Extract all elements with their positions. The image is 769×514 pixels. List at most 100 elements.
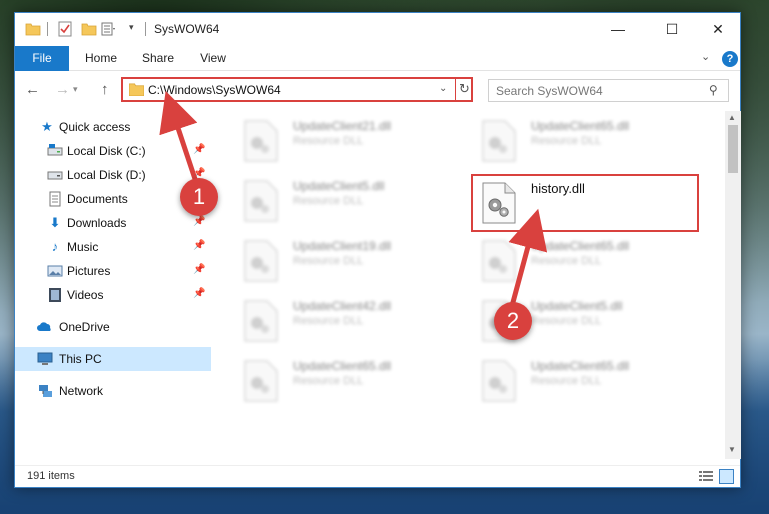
sidebar-item-label: Network	[59, 384, 104, 398]
pin-icon[interactable]: 📌	[193, 216, 205, 227]
file-list: UpdateClient21.dll Resource DLL UpdateCl…	[223, 111, 725, 459]
file-item[interactable]: UpdateClient65.dll Resource DLL	[471, 355, 701, 405]
scroll-up-icon[interactable]: ▲	[728, 113, 736, 122]
pin-icon[interactable]: 📌	[193, 264, 205, 275]
tab-home[interactable]: Home	[73, 46, 129, 71]
sidebar-item-downloads[interactable]: ⬇ Downloads 📌	[15, 211, 211, 235]
minimize-button[interactable]: —	[595, 13, 641, 45]
vertical-scrollbar[interactable]: ▲ ▼	[725, 111, 741, 459]
scrollbar-thumb[interactable]	[728, 125, 738, 173]
drive-icon	[47, 171, 63, 180]
file-type: Resource DLL	[531, 375, 602, 387]
folder-icon[interactable]	[25, 21, 41, 37]
maximize-button[interactable]: ☐	[649, 13, 695, 45]
search-input[interactable]: Search SysWOW64 ⚲	[488, 79, 729, 102]
large-icons-view-icon[interactable]	[719, 469, 734, 484]
file-item[interactable]: UpdateClient65.dll Resource DLL	[471, 115, 701, 165]
file-name: UpdateClient65.dll	[531, 359, 630, 373]
sidebar-item-onedrive[interactable]: OneDrive	[15, 315, 211, 339]
pictures-icon	[47, 265, 63, 277]
documents-icon	[49, 191, 61, 207]
file-item[interactable]: UpdateClient21.dll Resource DLL	[233, 115, 463, 165]
sidebar-item-videos[interactable]: Videos 📌	[15, 283, 211, 307]
file-type: Resource DLL	[531, 315, 602, 327]
sidebar-item-network[interactable]: Network	[15, 379, 211, 403]
sidebar-item-this-pc[interactable]: This PC	[15, 347, 211, 371]
details-view-icon[interactable]	[699, 470, 713, 483]
navigation-bar: ← → ▾ ↑ C:\Windows\SysWOW64 ⌄ ↻ Search S…	[15, 75, 740, 105]
expand-ribbon-chevron-icon[interactable]: ⌄	[701, 50, 710, 63]
dll-file-icon	[244, 240, 278, 282]
sidebar-item-local-disk-d[interactable]: Local Disk (D:) 📌	[15, 163, 211, 187]
file-type: Resource DLL	[293, 315, 364, 327]
file-item[interactable]: UpdateClient5.dll Resource DLL	[233, 175, 463, 225]
sidebar-item-label: Quick access	[59, 120, 131, 134]
forward-arrow-icon[interactable]: →	[55, 81, 70, 98]
sidebar-item-label: Local Disk (D:)	[67, 168, 146, 182]
dll-file-icon	[482, 360, 516, 402]
file-item[interactable]: UpdateClient65.dll Resource DLL	[471, 235, 701, 285]
file-name: UpdateClient65.dll	[531, 119, 630, 133]
file-item[interactable]: UpdateClient65.dll Resource DLL	[233, 355, 463, 405]
navigation-pane: ★ Quick access Local Disk (C:) 📌 Local D…	[15, 111, 211, 459]
sidebar-item-music[interactable]: ♪ Music 📌	[15, 235, 211, 259]
file-type: Resource DLL	[531, 135, 602, 147]
file-name: UpdateClient65.dll	[293, 359, 392, 373]
pin-icon[interactable]: 📌	[193, 240, 205, 251]
back-arrow-icon[interactable]: ←	[25, 81, 40, 98]
file-item[interactable]: UpdateClient19.dll Resource DLL	[233, 235, 463, 285]
file-item[interactable]: UpdateClient42.dll Resource DLL	[233, 295, 463, 345]
sidebar-item-label: This PC	[59, 352, 102, 366]
address-path: C:\Windows\SysWOW64	[148, 83, 281, 97]
sidebar-item-quick-access[interactable]: ★ Quick access	[15, 115, 211, 139]
file-name: UpdateClient19.dll	[293, 239, 392, 253]
sidebar-item-local-disk-c[interactable]: Local Disk (C:) 📌	[15, 139, 211, 163]
window-title: SysWOW64	[154, 22, 220, 36]
cloud-icon	[37, 322, 51, 331]
dll-file-icon	[244, 360, 278, 402]
address-dropdown-icon[interactable]: ⌄	[439, 83, 447, 94]
network-icon	[39, 385, 52, 397]
sidebar-item-label: Local Disk (C:)	[67, 144, 146, 158]
pin-icon[interactable]: 📌	[193, 288, 205, 299]
file-name: UpdateClient42.dll	[293, 299, 392, 313]
refresh-icon[interactable]: ↻	[459, 81, 470, 97]
status-bar: 191 items	[15, 465, 740, 487]
recent-locations-dropdown-icon[interactable]: ▾	[73, 84, 78, 95]
file-name: UpdateClient5.dll	[531, 299, 623, 313]
tab-view[interactable]: View	[189, 46, 237, 71]
toolbar-separator	[47, 22, 48, 36]
help-icon[interactable]: ?	[722, 51, 738, 67]
dll-file-icon	[482, 240, 516, 282]
sidebar-item-label: Pictures	[67, 264, 111, 278]
properties-check-icon[interactable]	[57, 21, 73, 37]
tab-file[interactable]: File	[15, 46, 69, 71]
sidebar-item-label: Documents	[67, 192, 128, 206]
computer-icon	[37, 352, 53, 365]
title-bar: ▾ SysWOW64 — ☐ ✕	[15, 13, 740, 45]
address-divider	[455, 79, 456, 100]
sidebar-item-pictures[interactable]: Pictures 📌	[15, 259, 211, 283]
sidebar-item-label: Videos	[67, 288, 104, 302]
dll-file-icon	[244, 180, 278, 222]
file-type: Resource DLL	[293, 255, 364, 267]
customize-toolbar-dropdown-icon[interactable]: ▾	[129, 22, 139, 38]
new-folder-icon[interactable]	[81, 21, 97, 37]
file-type: Resource DLL	[293, 375, 364, 387]
file-name: UpdateClient5.dll	[293, 179, 385, 193]
pin-icon[interactable]: 📌	[193, 144, 205, 155]
dll-file-icon	[244, 120, 278, 162]
file-type: Resource DLL	[293, 135, 364, 147]
ribbon-tabs: File Home Share View ⌄ ?	[15, 46, 740, 71]
search-icon[interactable]: ⚲	[709, 83, 718, 97]
close-button[interactable]: ✕	[695, 13, 741, 45]
address-bar[interactable]: C:\Windows\SysWOW64 ⌄ ↻	[121, 77, 473, 102]
tab-share[interactable]: Share	[133, 46, 183, 71]
drive-icon	[47, 144, 63, 156]
star-icon: ★	[41, 119, 53, 134]
properties-icon[interactable]	[101, 21, 117, 37]
scroll-down-icon[interactable]: ▼	[728, 445, 736, 454]
file-type: Resource DLL	[531, 255, 602, 267]
videos-icon	[49, 288, 61, 302]
up-arrow-icon[interactable]: ↑	[101, 81, 109, 98]
